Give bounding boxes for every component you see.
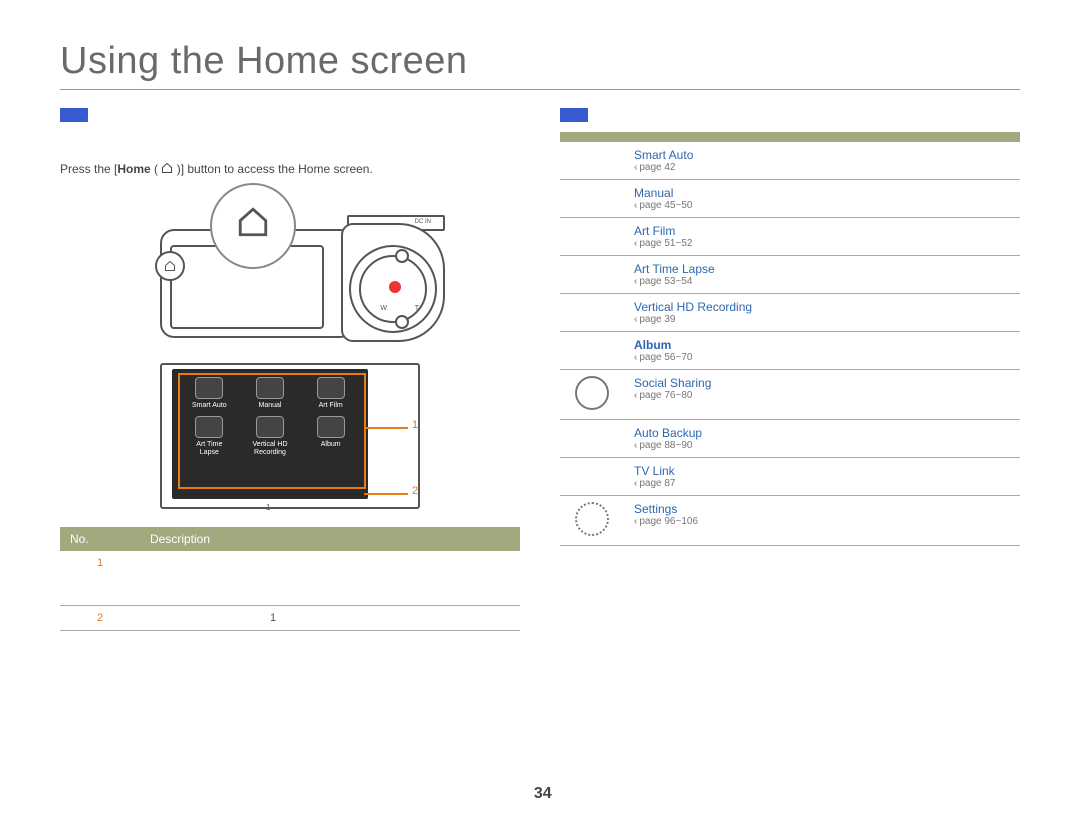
callout-2-label: 2 [412,485,418,497]
menu-desc-cell: Auto Backup page 88~90 [624,420,1020,458]
menu-item-desc: page 87 [634,478,1010,489]
menu-item-name: Art Film [634,224,1010,238]
menu-item-desc: page 56~70 [634,352,1010,363]
menu-desc-cell: Album page 56~70 [624,332,1020,370]
menu-row: Settings page 96~106 [560,496,1020,546]
zoom-t-label: T [415,305,419,312]
menu-row: Art Time Lapse page 53~54 [560,256,1020,294]
th-icon [560,132,624,142]
menu-icon-cell [560,332,624,370]
dc-in-label: DC IN [415,219,431,225]
menu-icon-cell [560,496,624,546]
th-no: No. [60,527,140,551]
row-desc: 1 [140,606,520,631]
menu-item-desc: page 51~52 [634,238,1010,249]
menu-item-name: Album [634,338,1010,352]
callout-box-1 [178,373,366,489]
page-ref: page 87 [634,478,676,489]
page-ref: page 51~52 [634,238,692,249]
intro-line1 [60,128,520,142]
menu-icon-cell [560,420,624,458]
menu-item-name: Vertical HD Recording [634,300,1010,314]
camera-illustration: DC IN W T [135,189,445,349]
menu-row: TV Link page 87 [560,458,1020,496]
home-screen-mock: Smart Auto Manual Art Film Art Time Laps… [160,363,420,509]
menu-desc-cell: Art Film page 51~52 [624,218,1020,256]
th-description: Description [140,527,520,551]
screen-pagination: 1 [266,503,270,512]
menu-item-desc: page 88~90 [634,440,1010,451]
callout-1-label: 1 [412,419,418,431]
instruction-paren-open: ( [151,162,162,176]
intro-line2 [60,142,520,156]
menu-item-name: Auto Backup [634,426,1010,440]
page-title: Using the Home screen [60,40,1020,83]
zoom-w-label: W [380,305,387,312]
menu-item-name: Smart Auto [634,148,1010,162]
menu-icon-cell [560,142,624,180]
menu-item-desc: page 76~80 [634,390,1010,401]
menu-desc-cell: Art Time Lapse page 53~54 [624,256,1020,294]
menu-icon-cell [560,180,624,218]
page-ref: page 76~80 [634,390,692,401]
menu-item-name: Art Time Lapse [634,262,1010,276]
menu-item-desc: page 42 [634,162,1010,173]
page-ref: page 56~70 [634,352,692,363]
menu-item-name: TV Link [634,464,1010,478]
menu-item-desc: page 45~50 [634,200,1010,211]
home-icon-large [236,205,270,248]
menu-item-name: Settings [634,502,1010,516]
menu-item-name: Manual [634,186,1010,200]
page-ref: page 96~106 [634,516,698,527]
menu-item-name: Social Sharing [634,376,1010,390]
share-icon [575,376,609,410]
menu-desc-cell: Vertical HD Recording page 39 [624,294,1020,332]
menu-desc-cell: Social Sharing page 76~80 [624,370,1020,420]
callout-table: No. Description 1 2 1 [60,527,520,631]
menu-icon-cell [560,294,624,332]
row-no: 1 [60,551,140,606]
menu-item-desc: page 53~54 [634,276,1010,287]
instruction-paren-close: )] button to access the Home screen. [173,162,372,176]
page-ref: page 53~54 [634,276,692,287]
menu-row: Manual page 45~50 [560,180,1020,218]
menu-icon-cell [560,458,624,496]
page-ref: page 42 [634,162,676,173]
instruction-prefix: Press the [ [60,162,117,176]
menu-desc-cell: Smart Auto page 42 [624,142,1020,180]
table-row: 1 [60,551,520,606]
page-ref: page 45~50 [634,200,692,211]
menu-desc-cell: TV Link page 87 [624,458,1020,496]
title-rule [60,89,1020,90]
instruction-home-word: Home [117,162,150,176]
menu-row: Social Sharing page 76~80 [560,370,1020,420]
home-icon [161,162,173,177]
menu-row: Smart Auto page 42 [560,142,1020,180]
row-no: 2 [60,606,140,631]
table-row: 2 1 [60,606,520,631]
menu-row: Album page 56~70 [560,332,1020,370]
menu-icon-cell [560,218,624,256]
menu-table: Smart Auto page 42Manual page 45~50Art F… [560,132,1020,546]
page-ref: page 39 [634,314,676,325]
row-desc [140,551,520,606]
menu-icon-cell [560,370,624,420]
home-button-zoom [210,183,296,269]
menu-desc-cell: Manual page 45~50 [624,180,1020,218]
section-label-right [560,108,588,122]
menu-row: Art Film page 51~52 [560,218,1020,256]
instruction-text: Press the [Home ( )] button to access th… [60,162,520,177]
menu-desc-cell: Settings page 96~106 [624,496,1020,546]
menu-row: Auto Backup page 88~90 [560,420,1020,458]
footer: 34 [0,785,1080,803]
menu-row: Vertical HD Recording page 39 [560,294,1020,332]
menu-icon-cell [560,256,624,294]
menu-item-desc: page 39 [634,314,1010,325]
section-label-left [60,108,88,122]
gear-icon [575,502,609,536]
page-ref: page 88~90 [634,440,692,451]
th-desc [624,132,1020,142]
menu-item-desc: page 96~106 [634,516,1010,527]
page-number: 34 [534,785,552,802]
